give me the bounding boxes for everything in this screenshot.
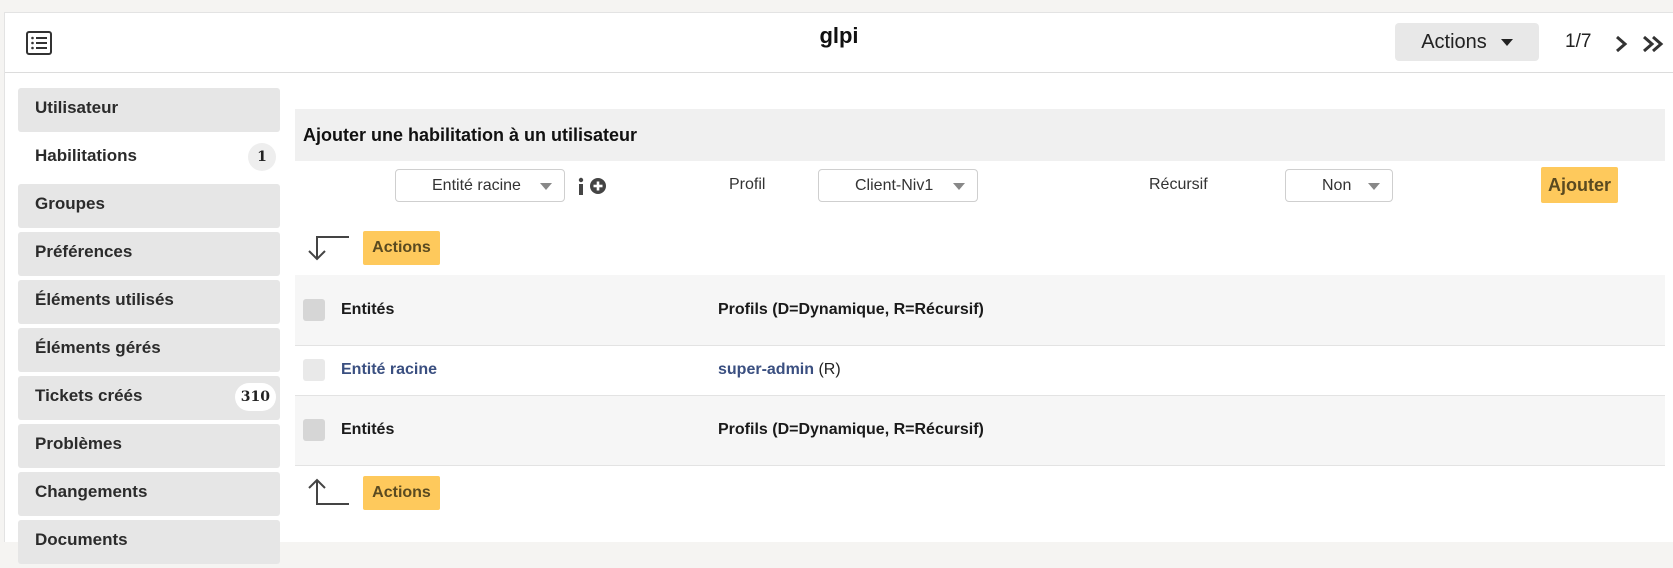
recursive-select[interactable]: Non — [1285, 169, 1393, 202]
column-footer-entities: Entités — [341, 421, 395, 438]
double-chevron-right-icon[interactable] — [1641, 34, 1665, 54]
profile-label: Profil — [729, 176, 766, 193]
caret-down-icon — [540, 183, 552, 190]
entity-select-value: Entité racine — [432, 177, 521, 194]
recursive-select-value: Non — [1322, 177, 1352, 194]
chevron-right-icon[interactable] — [1613, 34, 1629, 54]
sidebar-item-habilitations[interactable]: Habilitations 1 — [18, 136, 280, 180]
column-footer-profiles: Profils (D=Dynamique, R=Récursif) — [718, 421, 984, 438]
profile-select-value: Client-Niv1 — [855, 177, 934, 194]
sidebar-item-changements[interactable]: Changements — [18, 472, 280, 516]
column-header-profiles: Profils (D=Dynamique, R=Récursif) — [718, 300, 984, 318]
add-authorization-form: Entité racine Profil Client-Niv1 Récursi… — [295, 161, 1665, 221]
caret-down-icon — [1368, 183, 1380, 190]
count-badge: 310 — [234, 383, 276, 411]
caret-down-icon — [1500, 38, 1513, 46]
sidebar-item-problemes[interactable]: Problèmes — [18, 424, 280, 468]
sidebar-item-label: Éléments gérés — [35, 338, 161, 357]
massive-actions-button[interactable]: Actions — [363, 475, 440, 510]
sidebar-item-label: Tickets créés — [35, 386, 143, 405]
massive-actions-top: Actions — [295, 221, 1665, 275]
window: glpi Actions 1/7 Utilisateur Habilitatio… — [4, 12, 1673, 564]
arrow-up-left-icon — [308, 478, 349, 505]
massive-actions-button[interactable]: Actions — [363, 231, 440, 265]
select-all-checkbox[interactable] — [303, 298, 325, 321]
entity-select[interactable]: Entité racine — [395, 169, 565, 202]
sidebar-item-tickets-crees[interactable]: Tickets créés 310 — [18, 376, 280, 420]
column-header-entities: Entités — [341, 300, 395, 318]
sidebar-item-label: Groupes — [35, 194, 105, 213]
sidebar-item-label: Éléments utilisés — [35, 290, 174, 309]
table-header-row: Entités Profils (D=Dynamique, R=Récursif… — [295, 275, 1665, 345]
entity-link[interactable]: Entité racine — [341, 361, 437, 378]
sidebar-item-label: Utilisateur — [35, 98, 119, 117]
caret-down-icon — [953, 183, 965, 190]
sidebar-item-elements-geres[interactable]: Éléments gérés — [18, 328, 280, 372]
select-all-checkbox[interactable] — [303, 419, 325, 441]
profile-select[interactable]: Client-Niv1 — [818, 169, 978, 202]
row-checkbox[interactable] — [303, 359, 325, 381]
sidebar-item-label: Problèmes — [35, 434, 122, 453]
sidebar-item-groupes[interactable]: Groupes — [18, 184, 280, 228]
table-footer-row: Entités Profils (D=Dynamique, R=Récursif… — [295, 395, 1665, 465]
header: glpi Actions 1/7 — [5, 13, 1673, 73]
info-add-icon[interactable] — [577, 176, 609, 198]
actions-dropdown-button[interactable]: Actions — [1395, 23, 1539, 61]
sidebar-item-label: Changements — [35, 482, 148, 501]
actions-dropdown-label: Actions — [1421, 30, 1487, 53]
form-title: Ajouter une habilitation à un utilisateu… — [295, 109, 1665, 161]
sidebar-item-label: Documents — [35, 530, 128, 549]
main-content: Ajouter une habilitation à un utilisateu… — [295, 109, 1665, 520]
table-row: Entité racine super-admin (R) — [295, 345, 1665, 395]
sidebar-item-label: Préférences — [35, 242, 133, 261]
sidebar: Utilisateur Habilitations 1 Groupes Préf… — [18, 88, 280, 568]
add-button[interactable]: Ajouter — [1541, 167, 1618, 203]
pager-count: 1/7 — [1565, 31, 1592, 52]
sidebar-item-documents[interactable]: Documents — [18, 520, 280, 564]
count-badge: 1 — [248, 143, 276, 171]
recursive-label: Récursif — [1149, 176, 1208, 193]
sidebar-item-label: Habilitations — [35, 146, 138, 165]
arrow-down-left-icon — [308, 236, 349, 261]
massive-actions-bottom: Actions — [295, 466, 1665, 520]
profile-link[interactable]: super-admin — [718, 361, 814, 378]
profile-flags: (R) — [818, 361, 841, 378]
authorizations-table: Entités Profils (D=Dynamique, R=Récursif… — [295, 275, 1665, 466]
sidebar-item-elements-utilises[interactable]: Éléments utilisés — [18, 280, 280, 324]
sidebar-item-utilisateur[interactable]: Utilisateur — [18, 88, 280, 132]
sidebar-item-preferences[interactable]: Préférences — [18, 232, 280, 276]
